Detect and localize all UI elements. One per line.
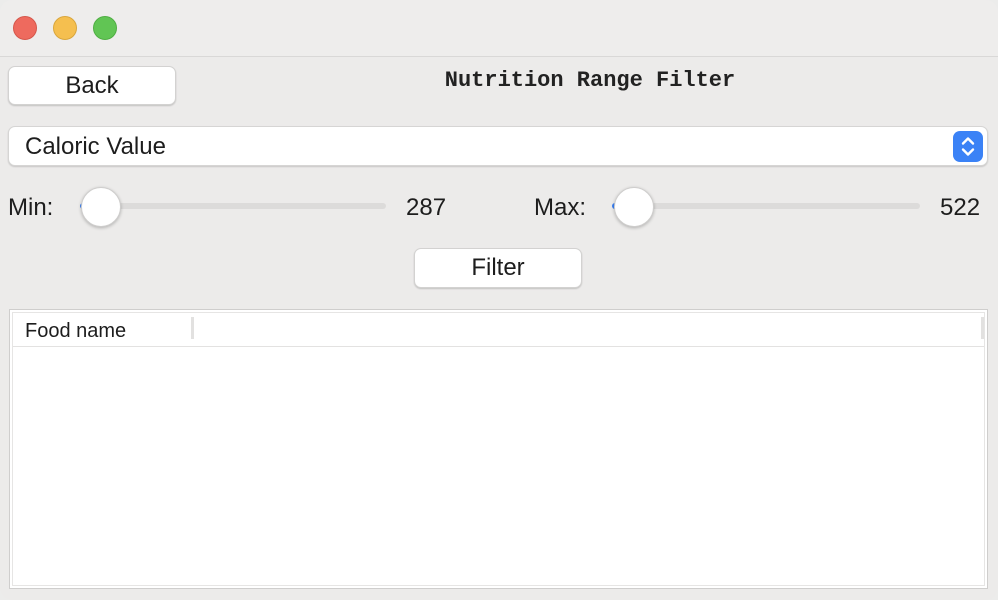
min-slider-track[interactable] [80,203,386,209]
table-body[interactable] [13,347,984,585]
max-slider-label: Max: [534,194,587,221]
back-button-label: Back [65,71,119,99]
app-window: Back Nutrition Range Filter Caloric Valu… [0,0,998,600]
table-header: Food name [13,313,984,347]
nutrient-select-value: Caloric Value [25,133,166,160]
filter-button-label: Filter [471,254,525,281]
page-title: Nutrition Range Filter [444,68,736,93]
filter-button[interactable]: Filter [414,248,582,288]
max-slider-track[interactable] [612,203,920,209]
column-divider-end [981,317,984,339]
chevron-up-down-icon[interactable] [953,131,983,162]
column-divider[interactable] [191,317,194,339]
min-slider-value: 287 [406,194,447,221]
min-slider-knob[interactable] [81,187,122,227]
max-slider-knob[interactable] [613,187,654,227]
minimize-window-button[interactable] [53,16,77,40]
results-table: Food name [9,309,988,589]
title-bar [0,0,998,57]
results-table-viewport: Food name [12,312,985,586]
column-header-food-name[interactable]: Food name [25,320,126,343]
nutrient-select[interactable]: Caloric Value [8,126,988,166]
back-button[interactable]: Back [8,66,176,105]
zoom-window-button[interactable] [93,16,117,40]
close-window-button[interactable] [13,16,37,40]
min-slider-label: Min: [8,194,54,221]
max-slider-value: 522 [940,194,981,221]
